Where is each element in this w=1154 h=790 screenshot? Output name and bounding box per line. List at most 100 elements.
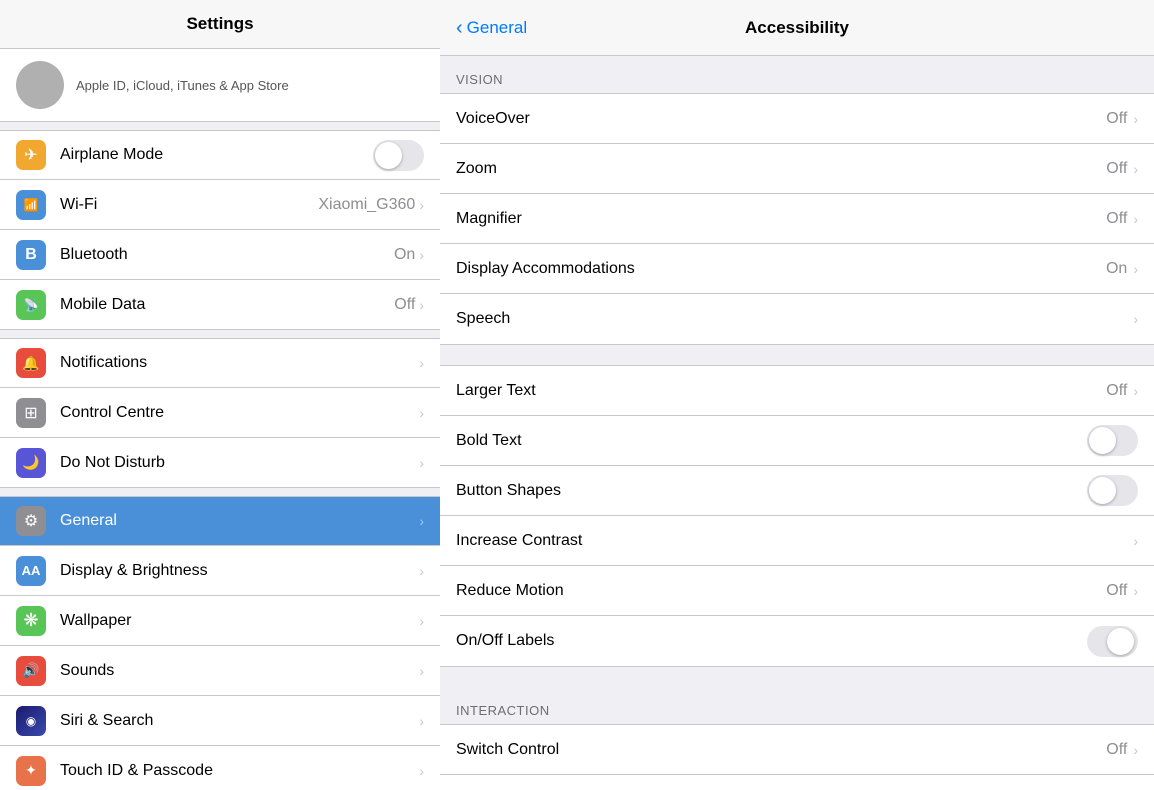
onoff-labels-label: On/Off Labels bbox=[456, 632, 1087, 650]
sounds-icon: 🔊 bbox=[16, 656, 46, 686]
row-speech[interactable]: Speech › bbox=[440, 294, 1154, 344]
sidebar-label-wifi: Wi-Fi bbox=[60, 196, 318, 214]
switch-control-chevron: › bbox=[1133, 742, 1138, 758]
sidebar-label-wallpaper: Wallpaper bbox=[60, 612, 419, 630]
larger-text-chevron: › bbox=[1133, 383, 1138, 399]
reduce-motion-value: Off bbox=[1106, 582, 1127, 600]
button-shapes-label: Button Shapes bbox=[456, 482, 1087, 500]
profile-description: Apple ID, iCloud, iTunes & App Store bbox=[76, 78, 289, 93]
row-increase-contrast[interactable]: Increase Contrast › bbox=[440, 516, 1154, 566]
airplane-icon: ✈ bbox=[16, 140, 46, 170]
sidebar-label-display: Display & Brightness bbox=[60, 562, 419, 580]
wallpaper-icon: ❋ bbox=[16, 606, 46, 636]
notifications-chevron: › bbox=[419, 355, 424, 371]
siri-chevron: › bbox=[419, 713, 424, 729]
section-label-vision: VISION bbox=[440, 56, 1154, 93]
onoff-labels-toggle[interactable] bbox=[1087, 626, 1138, 657]
settings-group-text: Larger Text Off › Bold Text Button Shape… bbox=[440, 365, 1154, 667]
row-onoff-labels[interactable]: On/Off Labels bbox=[440, 616, 1154, 666]
row-voiceover[interactable]: VoiceOver Off › bbox=[440, 94, 1154, 144]
wifi-chevron: › bbox=[419, 197, 424, 213]
increase-contrast-label: Increase Contrast bbox=[456, 532, 1133, 550]
sidebar-item-notifications[interactable]: 🔔 Notifications › bbox=[0, 338, 440, 388]
mobile-chevron: › bbox=[419, 297, 424, 313]
sidebar-item-control[interactable]: ⊞ Control Centre › bbox=[0, 388, 440, 438]
row-zoom[interactable]: Zoom Off › bbox=[440, 144, 1154, 194]
bluetooth-chevron: › bbox=[419, 247, 424, 263]
row-button-shapes[interactable]: Button Shapes bbox=[440, 466, 1154, 516]
sidebar-item-airplane[interactable]: ✈ Airplane Mode bbox=[0, 130, 440, 180]
sidebar-group-system: 🔔 Notifications › ⊞ Control Centre › 🌙 D… bbox=[0, 338, 440, 488]
sidebar-item-touchid[interactable]: ✦ Touch ID & Passcode › bbox=[0, 746, 440, 790]
row-bold-text[interactable]: Bold Text bbox=[440, 416, 1154, 466]
switch-control-label: Switch Control bbox=[456, 741, 1106, 759]
zoom-chevron: › bbox=[1133, 161, 1138, 177]
dnd-icon: 🌙 bbox=[16, 448, 46, 478]
sidebar-label-siri: Siri & Search bbox=[60, 712, 419, 730]
bold-text-toggle[interactable] bbox=[1087, 425, 1138, 456]
sidebar-label-general: General bbox=[60, 512, 419, 530]
sidebar-item-general[interactable]: ⚙ General › bbox=[0, 496, 440, 546]
row-switch-control[interactable]: Switch Control Off › bbox=[440, 725, 1154, 775]
reduce-motion-label: Reduce Motion bbox=[456, 582, 1106, 600]
avatar bbox=[16, 61, 64, 109]
sidebar-item-mobile[interactable]: 📡 Mobile Data Off › bbox=[0, 280, 440, 330]
wallpaper-chevron: › bbox=[419, 613, 424, 629]
speech-chevron: › bbox=[1133, 311, 1138, 327]
row-display-accommodations[interactable]: Display Accommodations On › bbox=[440, 244, 1154, 294]
sidebar-item-dnd[interactable]: 🌙 Do Not Disturb › bbox=[0, 438, 440, 488]
dnd-chevron: › bbox=[419, 455, 424, 471]
display-icon: AA bbox=[16, 556, 46, 586]
button-shapes-toggle[interactable] bbox=[1087, 475, 1138, 506]
sidebar-item-siri[interactable]: ◉ Siri & Search › bbox=[0, 696, 440, 746]
panel-header: ‹ General Accessibility bbox=[440, 0, 1154, 56]
zoom-value: Off bbox=[1106, 160, 1127, 178]
sidebar-label-notifications: Notifications bbox=[60, 354, 419, 372]
sidebar-item-display[interactable]: AA Display & Brightness › bbox=[0, 546, 440, 596]
sidebar-label-mobile: Mobile Data bbox=[60, 296, 394, 314]
display-chevron: › bbox=[419, 563, 424, 579]
sidebar-header: Settings bbox=[0, 0, 440, 49]
increase-contrast-chevron: › bbox=[1133, 533, 1138, 549]
sidebar-title: Settings bbox=[16, 14, 424, 34]
display-accommodations-label: Display Accommodations bbox=[456, 260, 1106, 278]
magnifier-value: Off bbox=[1106, 210, 1127, 228]
settings-group-interaction: Switch Control Off › AssistiveTouch Off … bbox=[440, 724, 1154, 790]
notifications-icon: 🔔 bbox=[16, 348, 46, 378]
control-icon: ⊞ bbox=[16, 398, 46, 428]
sounds-chevron: › bbox=[419, 663, 424, 679]
general-chevron: › bbox=[419, 513, 424, 529]
sidebar-label-dnd: Do Not Disturb bbox=[60, 454, 419, 472]
back-button[interactable]: ‹ General bbox=[456, 18, 527, 38]
sidebar-item-wallpaper[interactable]: ❋ Wallpaper › bbox=[0, 596, 440, 646]
airplane-toggle[interactable] bbox=[373, 140, 424, 171]
sidebar-item-bluetooth[interactable]: B Bluetooth On › bbox=[0, 230, 440, 280]
reduce-motion-chevron: › bbox=[1133, 583, 1138, 599]
profile-row[interactable]: Apple ID, iCloud, iTunes & App Store bbox=[0, 49, 440, 122]
zoom-label: Zoom bbox=[456, 160, 1106, 178]
wifi-icon: 📶 bbox=[16, 190, 46, 220]
sidebar-label-sounds: Sounds bbox=[60, 662, 419, 680]
sidebar-item-wifi[interactable]: 📶 Wi-Fi Xiaomi_G360 › bbox=[0, 180, 440, 230]
display-accommodations-chevron: › bbox=[1133, 261, 1138, 277]
row-larger-text[interactable]: Larger Text Off › bbox=[440, 366, 1154, 416]
row-reduce-motion[interactable]: Reduce Motion Off › bbox=[440, 566, 1154, 616]
settings-group-vision: VoiceOver Off › Zoom Off › Magnifier Off… bbox=[440, 93, 1154, 345]
larger-text-value: Off bbox=[1106, 382, 1127, 400]
magnifier-chevron: › bbox=[1133, 211, 1138, 227]
voiceover-label: VoiceOver bbox=[456, 110, 1106, 128]
bluetooth-value: On bbox=[394, 246, 415, 264]
bold-text-label: Bold Text bbox=[456, 432, 1087, 450]
sidebar-label-bluetooth: Bluetooth bbox=[60, 246, 394, 264]
touchid-icon: ✦ bbox=[16, 756, 46, 786]
button-shapes-knob bbox=[1089, 477, 1116, 504]
voiceover-value: Off bbox=[1106, 110, 1127, 128]
row-magnifier[interactable]: Magnifier Off › bbox=[440, 194, 1154, 244]
sidebar-label-control: Control Centre bbox=[60, 404, 419, 422]
panel-content: VISION VoiceOver Off › Zoom Off › Magnif… bbox=[440, 56, 1154, 790]
sidebar-group-connectivity: ✈ Airplane Mode 📶 Wi-Fi Xiaomi_G360 › B … bbox=[0, 130, 440, 330]
switch-control-value: Off bbox=[1106, 741, 1127, 759]
speech-label: Speech bbox=[456, 310, 1133, 328]
sidebar-item-sounds[interactable]: 🔊 Sounds › bbox=[0, 646, 440, 696]
row-assistivetouch[interactable]: AssistiveTouch Off › bbox=[440, 775, 1154, 790]
